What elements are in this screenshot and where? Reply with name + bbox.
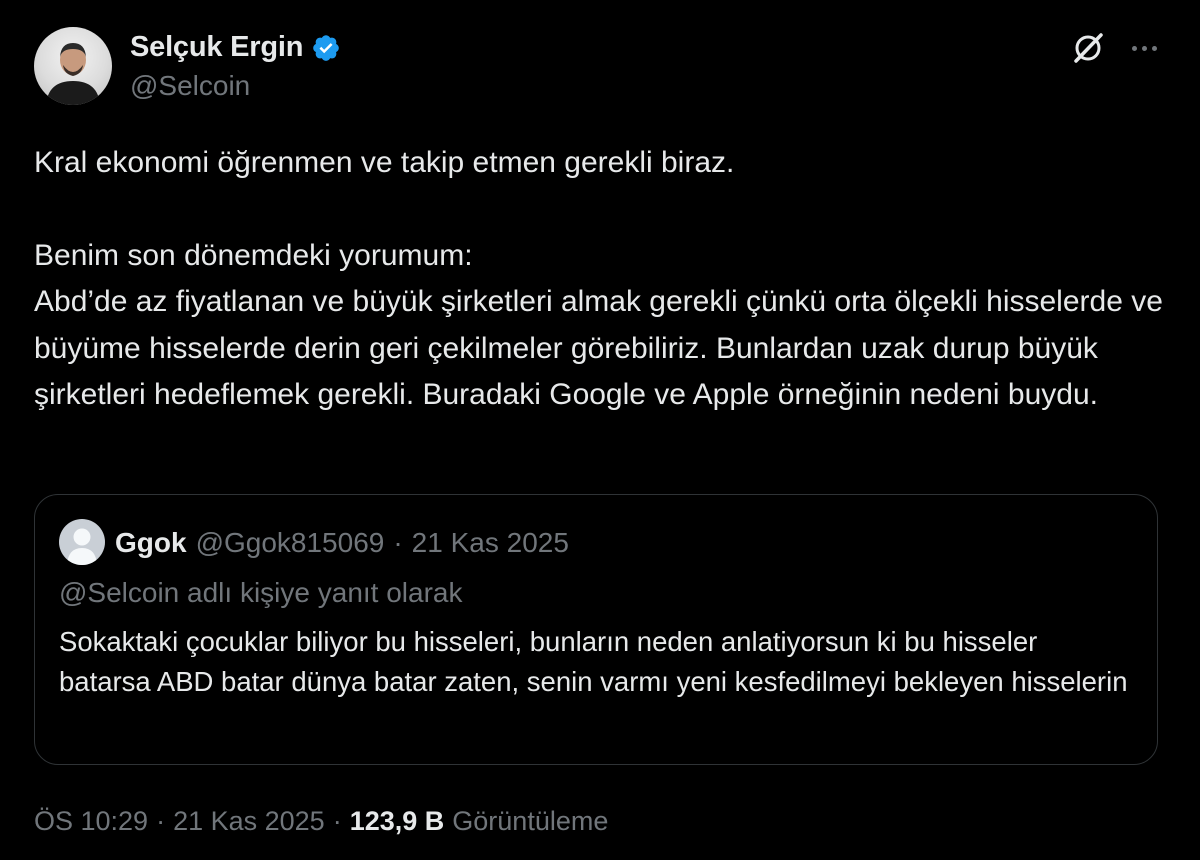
tweet-meta: ÖS 10:29 · 21 Kas 2025 · 123,9 B Görüntü… <box>34 806 608 837</box>
dot-separator: · <box>393 527 403 558</box>
quoted-date[interactable]: 21 Kas 2025 <box>412 527 569 559</box>
quoted-author-handle[interactable]: @Ggok815069 <box>196 527 385 559</box>
reply-context: @Selcoin adlı kişiye yanıt olarak <box>59 577 463 608</box>
views-label: Görüntüleme <box>452 806 609 836</box>
dot-separator: · <box>156 806 166 836</box>
verified-badge-icon[interactable] <box>311 33 341 63</box>
views-count: 123,9 B <box>349 806 445 836</box>
more-dot <box>1131 45 1137 51</box>
quoted-tweet-text: Sokaktaki çocuklar biliyor bu hisseleri,… <box>59 626 1128 697</box>
grok-icon[interactable] <box>1068 28 1108 68</box>
tweet-date[interactable]: 21 Kas 2025 <box>173 806 325 837</box>
dot-separator: · <box>332 806 342 836</box>
tweet-paragraph: Kral ekonomi öğrenmen ve takip etmen ger… <box>34 146 735 179</box>
tweet-time[interactable]: ÖS 10:29 <box>34 806 148 837</box>
author-handle[interactable]: @Selcoin <box>130 70 250 102</box>
more-options-icon[interactable] <box>1124 33 1164 63</box>
tweet-paragraph: Benim son dönemdeki yorumum: <box>34 238 473 272</box>
more-dot <box>1141 45 1147 51</box>
author-display-name[interactable]: Selçuk Ergin <box>130 31 303 64</box>
tweet-paragraph: Abd’de az fiyatlanan ve büyük şirketleri… <box>34 285 1163 411</box>
quoted-header: Ggok @Ggok815069 · 21 Kas 2025 <box>115 527 569 559</box>
quoted-author-avatar[interactable] <box>59 519 105 565</box>
quoted-author-name[interactable]: Ggok <box>115 527 187 559</box>
author-avatar[interactable] <box>34 27 112 105</box>
quoted-tweet-card[interactable]: Ggok @Ggok815069 · 21 Kas 2025 @Selcoin … <box>34 494 1158 765</box>
more-dot <box>1151 45 1157 51</box>
tweet-body: Kral ekonomi öğrenmen ve takip etmen ger… <box>34 140 1164 419</box>
author-name-row: Selçuk Ergin <box>130 31 341 64</box>
